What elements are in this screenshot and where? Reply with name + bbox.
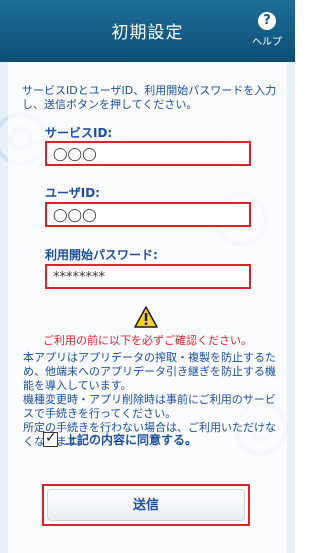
header-bar: 初期設定 ? ヘルプ [0,0,295,62]
warning-icon [134,306,158,328]
send-button[interactable]: 送信 [47,489,245,521]
agree-label: 上記の内容に同意する。 [65,432,198,447]
send-button-frame: 送信 [42,484,250,526]
service-id-input[interactable] [47,144,249,165]
user-id-field[interactable] [45,202,251,227]
user-id-label: ユーザID: [45,186,100,200]
intro-text: サービスIDとユーザID、利用開始パスワードを入力し、送信ボタンを押してください… [22,84,277,111]
password-field[interactable] [45,264,251,289]
notice-paragraph: 本アプリはアプリデータの搾取・複製を防止するため、他端末へのアプリデータ引き継ぎ… [23,351,276,392]
password-input[interactable] [47,267,249,288]
agree-checkbox[interactable]: ✓ [43,429,58,447]
question-icon: ? [258,12,276,30]
notice-paragraph: 機種変更時・アプリ削除時は事前にご利用のサービスで手続きを行ってください。 [23,393,276,420]
warning-text: ご利用の前に以下を必ずご確認ください。 [43,334,252,347]
user-id-input[interactable] [47,205,249,226]
agree-checkbox-row[interactable]: ✓ 上記の内容に同意する。 [43,430,197,448]
service-id-label: サービスID: [45,126,113,140]
password-label: 利用開始パスワード: [45,248,158,262]
help-label: ヘルプ [252,37,282,48]
help-button[interactable]: ? ヘルプ [245,10,289,54]
service-id-field[interactable] [45,141,251,166]
checkmark-icon: ✓ [45,429,57,446]
